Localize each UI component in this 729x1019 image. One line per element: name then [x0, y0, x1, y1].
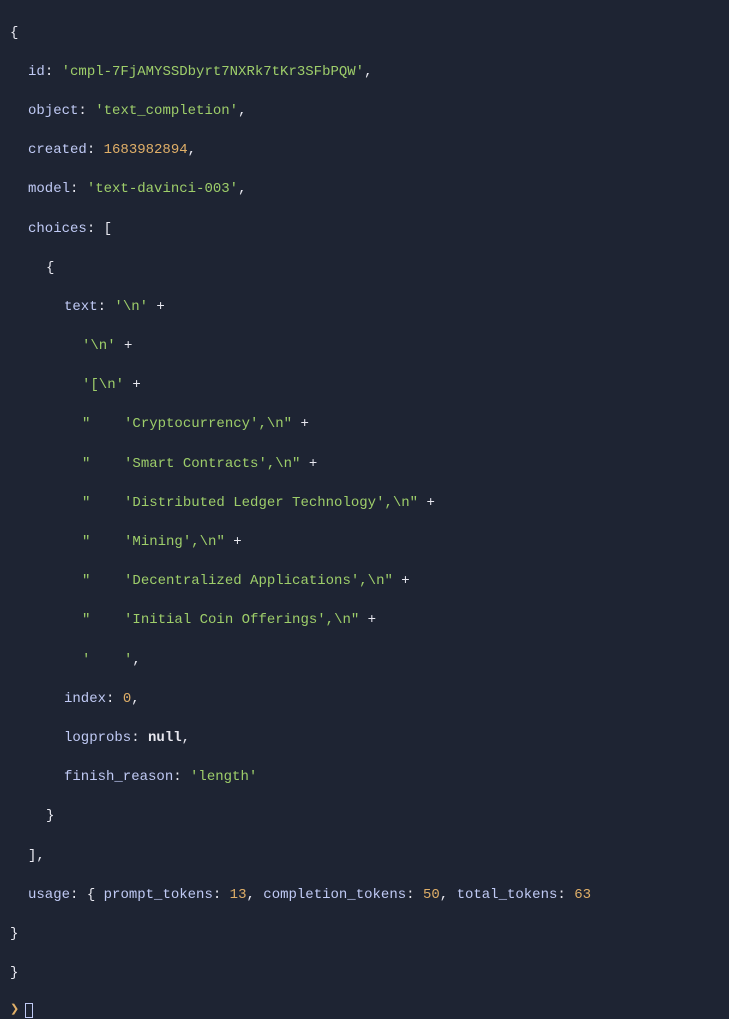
text-key: text [64, 299, 98, 315]
completion-tokens-value: 50 [423, 887, 440, 903]
crypto-item-4: Mining [132, 534, 182, 550]
index-key: index [64, 691, 106, 707]
model-key: model [28, 181, 70, 197]
crypto-item-6: Initial Coin Offerings [132, 612, 317, 628]
created-value: 1683982894 [104, 142, 188, 158]
index-value: 0 [123, 691, 131, 707]
total-tokens-value: 63 [574, 887, 591, 903]
object-value: 'text_completion' [95, 103, 238, 119]
crypto-item-3: Distributed Ledger Technology [132, 495, 376, 511]
open-brace: { [10, 25, 18, 41]
prompt-marker-icon: ❯ [10, 1003, 19, 1018]
cursor-icon [25, 1003, 33, 1018]
id-value: 'cmpl-7FjAMYSSDbyrt7NXRk7tKr3SFbPQW' [62, 64, 364, 80]
crypto-item-1: Cryptocurrency [132, 416, 250, 432]
finish-reason-value: 'length' [190, 769, 257, 785]
usage-key: usage [28, 887, 70, 903]
created-key: created [28, 142, 87, 158]
code-output: { id: 'cmpl-7FjAMYSSDbyrt7NXRk7tKr3SFbPQ… [0, 4, 729, 1003]
terminal-prompt[interactable]: ❯ [0, 1003, 729, 1018]
id-key: id [28, 64, 45, 80]
logprobs-value: null [148, 730, 182, 746]
logprobs-key: logprobs [64, 730, 131, 746]
crypto-item-2: Smart Contracts [132, 456, 258, 472]
prompt-tokens-key: prompt_tokens [104, 887, 213, 903]
completion-tokens-key: completion_tokens [263, 887, 406, 903]
prompt-tokens-value: 13 [230, 887, 247, 903]
choices-key: choices [28, 221, 87, 237]
crypto-item-5: Decentralized Applications [132, 573, 350, 589]
total-tokens-key: total_tokens [457, 887, 558, 903]
finish-reason-key: finish_reason [64, 769, 173, 785]
object-key: object [28, 103, 78, 119]
model-value: 'text-davinci-003' [87, 181, 238, 197]
